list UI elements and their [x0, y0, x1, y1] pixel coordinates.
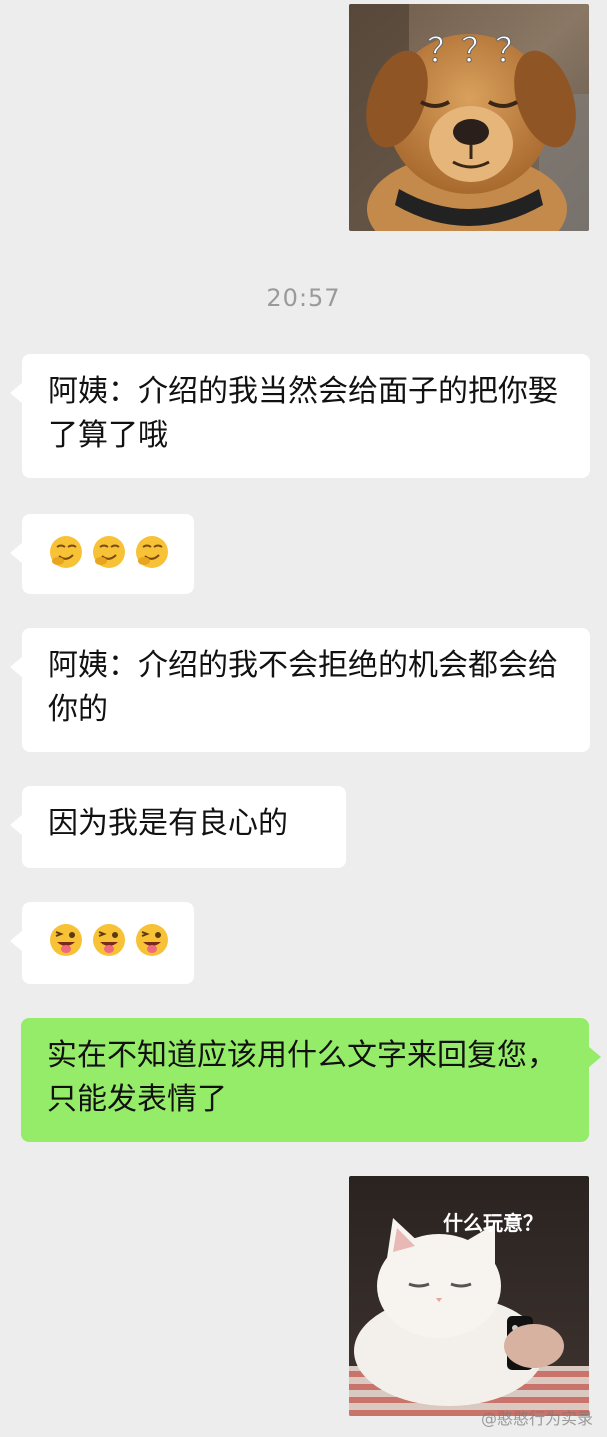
sticker-caption: 什么玩意？: [443, 1211, 543, 1235]
message-text: 阿姨：介绍的我当然会给面子的把你娶了算了哦: [48, 374, 558, 453]
received-emoji-bubble[interactable]: [10, 902, 194, 984]
smirk-emoji: [93, 536, 125, 568]
winking-tongue-emoji: [50, 924, 82, 956]
sent-message-bubble[interactable]: 实在不知道应该用什么文字来回复您，只能发表情了: [21, 1018, 601, 1142]
dog-illustration: ？？？: [349, 4, 589, 231]
cat-illustration: 什么玩意？: [349, 1176, 589, 1416]
message-text: 因为我是有良心的: [48, 806, 288, 841]
squinting-cat-sticker[interactable]: 什么玩意？: [349, 1176, 589, 1416]
winking-tongue-emoji: [93, 924, 125, 956]
winking-tongue-emoji: [136, 924, 168, 956]
message-text: 阿姨：介绍的我不会拒绝的机会都会给你的: [48, 648, 558, 727]
message-timestamp: 20:57: [266, 284, 341, 312]
emoji-row: [48, 918, 170, 962]
watermark: @憨憨行为实录: [480, 1409, 593, 1428]
received-emoji-bubble[interactable]: [10, 514, 194, 594]
question-mark-overlay: ？？？: [427, 31, 529, 71]
smirk-emoji: [136, 536, 168, 568]
received-message-bubble[interactable]: 因为我是有良心的: [10, 786, 346, 868]
message-text: 实在不知道应该用什么文字来回复您，只能发表情了: [47, 1038, 557, 1117]
confused-dog-sticker[interactable]: ？？？: [349, 4, 589, 231]
emoji-row: [48, 530, 170, 574]
received-message-bubble[interactable]: 阿姨：介绍的我当然会给面子的把你娶了算了哦: [10, 354, 590, 478]
smirk-emoji: [50, 536, 82, 568]
received-message-bubble[interactable]: 阿姨：介绍的我不会拒绝的机会都会给你的: [10, 628, 590, 752]
